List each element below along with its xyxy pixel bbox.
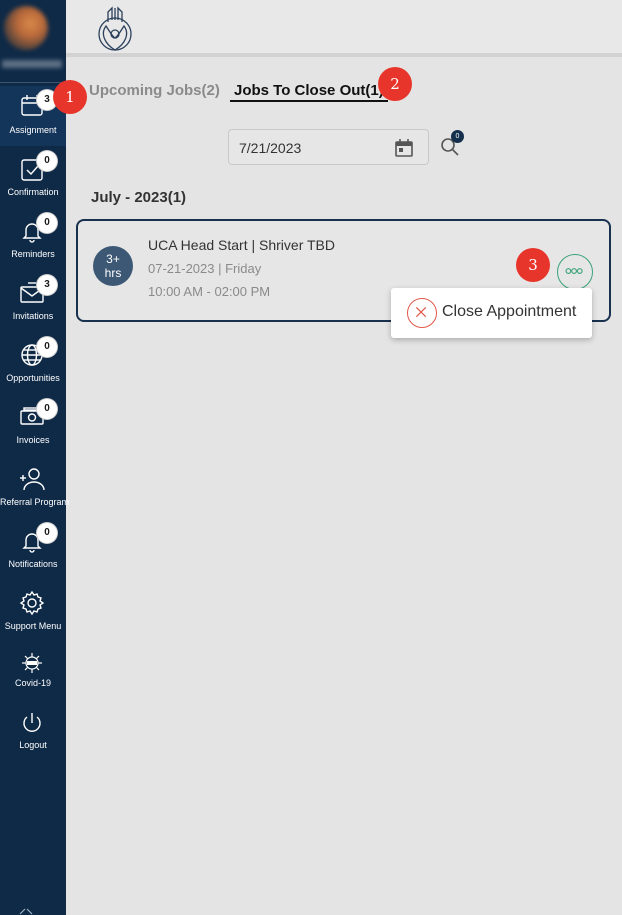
more-options-button[interactable] [557, 254, 593, 290]
sidebar-item-logout[interactable]: Logout [0, 708, 66, 768]
sidebar-item-reminders[interactable]: 0 Reminders [0, 212, 66, 272]
sidebar-item-label: Opportunities [6, 373, 60, 383]
sidebar-item-support-menu[interactable]: Support Menu [0, 584, 66, 644]
profile-name-blurred [2, 60, 62, 68]
calendar-icon[interactable] [394, 138, 414, 158]
sidebar-item-confirmation[interactable]: 0 Confirmation [0, 150, 66, 210]
top-header [66, 0, 622, 57]
power-icon [19, 710, 45, 736]
close-icon [407, 298, 437, 328]
annotation-marker-1: 1 [53, 80, 87, 114]
sidebar-item-label: Referral Program [0, 497, 70, 507]
close-appointment-label: Close Appointment [442, 303, 577, 320]
duration-unit: hrs [104, 266, 122, 280]
sidebar-item-referral-program[interactable]: Referral Program [0, 460, 70, 520]
close-appointment-menu-item[interactable]: Close Appointment [391, 288, 592, 338]
invitations-badge: 3 [37, 275, 57, 295]
reminders-badge: 0 [37, 213, 57, 233]
sidebar-item-opportunities[interactable]: 0 Opportunities [0, 336, 66, 396]
job-title: UCA Head Start | Shriver TBD [148, 237, 335, 253]
sidebar-item-invoices[interactable]: 0 Invoices [0, 398, 66, 458]
tab-upcoming-jobs[interactable]: Upcoming Jobs(2) [89, 82, 220, 99]
month-heading: July - 2023(1) [91, 189, 187, 206]
job-time: 10:00 AM - 02:00 PM [148, 284, 271, 299]
annotation-marker-3: 3 [516, 248, 550, 282]
sidebar-item-label: Invoices [16, 435, 50, 445]
duration-badge: 3+ hrs [93, 246, 133, 286]
sidebar-item-label: Notifications [8, 559, 58, 569]
sidebar-item-covid-19[interactable]: Covid-19 [0, 646, 66, 706]
annotation-marker-2: 2 [378, 67, 412, 101]
logo-icon [90, 4, 140, 54]
sidebar-item-label: Support Menu [4, 621, 62, 631]
date-field[interactable]: 7/21/2023 [228, 129, 429, 165]
gear-icon [19, 590, 45, 616]
search-badge: 0 [451, 130, 464, 143]
profile-area[interactable] [0, 0, 66, 83]
sidebar-item-label: Invitations [12, 311, 54, 321]
sidebar: 3 Assignment 0 Confirmation 0 Reminders … [0, 0, 70, 915]
avatar[interactable] [4, 6, 48, 50]
sidebar-item-label: Covid-19 [14, 678, 52, 688]
add-user-icon [19, 466, 45, 492]
expand-icon[interactable] [18, 905, 34, 915]
opportunities-badge: 0 [37, 337, 57, 357]
invoices-badge: 0 [37, 399, 57, 419]
date-value: 7/21/2023 [239, 140, 302, 156]
sidebar-item-notifications[interactable]: 0 Notifications [0, 522, 66, 582]
sidebar-item-label: Confirmation [7, 187, 59, 197]
job-date: 07-21-2023 | Friday [148, 261, 262, 276]
notifications-badge: 0 [37, 523, 57, 543]
virus-icon [19, 650, 45, 676]
sidebar-item-label: Logout [19, 740, 47, 750]
duration-value: 3+ [106, 252, 120, 266]
confirmation-badge: 0 [37, 151, 57, 171]
sidebar-item-invitations[interactable]: 3 Invitations [0, 274, 66, 334]
sidebar-item-label: Reminders [11, 249, 55, 259]
sidebar-item-label: Assignment [9, 125, 57, 135]
tab-jobs-to-close-out[interactable]: Jobs To Close Out(1) [230, 82, 388, 102]
